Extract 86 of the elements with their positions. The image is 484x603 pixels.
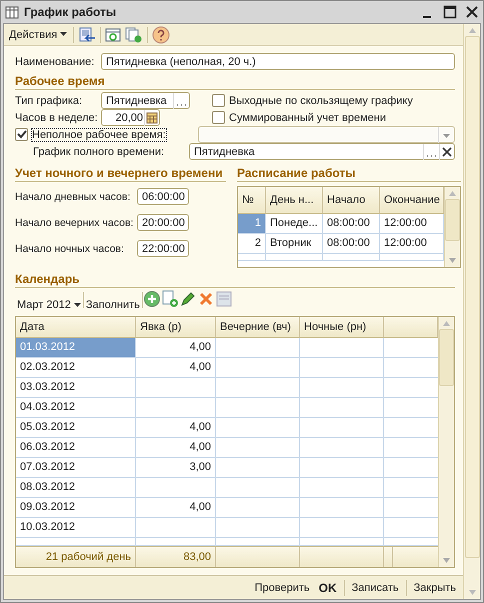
- section-heading: Расписание работы: [237, 162, 461, 182]
- table-cell: 2: [238, 234, 266, 253]
- table-cell: 08:00:00: [323, 234, 380, 253]
- field-label: График полного времени:: [32, 146, 166, 158]
- scrollbar[interactable]: [438, 317, 454, 567]
- field-label: Часов в неделе:: [15, 112, 99, 124]
- scroll-thumb[interactable]: [439, 329, 454, 386]
- column-header[interactable]: Дата: [16, 317, 136, 337]
- table-cell: 04.03.2012: [16, 398, 136, 417]
- window-refresh-icon[interactable]: [105, 26, 122, 42]
- scroll-thumb[interactable]: [464, 36, 480, 558]
- clear-icon[interactable]: [439, 144, 454, 160]
- field-label: Начало дневных часов:: [15, 190, 132, 202]
- dropdown-field[interactable]: [198, 126, 455, 143]
- fill-button[interactable]: Заполнить: [84, 298, 142, 312]
- table-cell: 3,00: [136, 458, 216, 477]
- help-icon[interactable]: [152, 26, 170, 44]
- field-label: Наименование:: [15, 56, 96, 68]
- table-cell: 1: [238, 214, 266, 233]
- section-heading: Учет ночного и вечернего времени: [15, 162, 226, 182]
- table-cell: 4,00: [136, 338, 216, 357]
- table-cell: 05.03.2012: [16, 418, 136, 437]
- table-cell: 4,00: [136, 498, 216, 517]
- footer-button[interactable]: Закрыть: [412, 580, 458, 594]
- checkbox[interactable]: [212, 111, 225, 124]
- section-heading: Рабочее время: [15, 70, 455, 90]
- table-cell: 4,00: [136, 418, 216, 437]
- table-cell: 09.03.2012: [16, 498, 136, 517]
- checkbox[interactable]: [15, 128, 28, 141]
- table-cell: 06.03.2012: [16, 438, 136, 457]
- table-icon: [5, 5, 19, 19]
- column-header[interactable]: Начало: [323, 187, 380, 213]
- scrollbar[interactable]: [444, 187, 460, 267]
- field-label: Начало ночных часов:: [15, 242, 125, 254]
- section-heading: Календарь: [15, 268, 455, 288]
- table-cell: 08:00:00: [323, 214, 380, 233]
- maximize-icon[interactable]: [443, 5, 457, 19]
- scrollbar[interactable]: [463, 24, 480, 599]
- column-header[interactable]: №: [238, 187, 266, 213]
- table-cell: Вторник: [266, 234, 323, 253]
- total-cell: 21 рабочий день: [16, 547, 136, 567]
- total-cell: 83,00: [136, 547, 216, 567]
- checkbox-label: Суммированный учет времени: [229, 112, 386, 124]
- footer-button[interactable]: Записать: [350, 580, 401, 594]
- actions-menu[interactable]: Действия: [7, 28, 70, 42]
- copy-add-icon[interactable]: [160, 290, 179, 308]
- name-field[interactable]: Пятидневка (неполная, 20 ч.): [101, 53, 455, 70]
- table-cell: 08.03.2012: [16, 478, 136, 497]
- ellipsis-icon[interactable]: [173, 92, 189, 108]
- copy-add-icon[interactable]: [125, 26, 144, 42]
- calculator-icon[interactable]: [144, 110, 159, 126]
- checkbox-label: Неполное рабочее время:: [32, 128, 166, 140]
- schedule-type-field[interactable]: Пятидневка: [101, 92, 190, 109]
- table-cell: 02.03.2012: [16, 358, 136, 377]
- column-header[interactable]: Вечерние (вч): [216, 317, 300, 337]
- table-cell: 01.03.2012: [16, 338, 136, 357]
- full-time-schedule-field[interactable]: Пятидневка: [189, 143, 455, 160]
- table-cell: 4,00: [136, 358, 216, 377]
- column-header[interactable]: Ночные (рн): [300, 317, 384, 337]
- document-arrow-icon[interactable]: [78, 26, 96, 42]
- field-label: Начало вечерних часов:: [15, 216, 134, 228]
- window-title: График работы: [24, 5, 116, 19]
- pencil-icon[interactable]: [178, 290, 197, 308]
- scroll-thumb[interactable]: [445, 199, 460, 241]
- ok-button[interactable]: OK: [316, 580, 339, 596]
- column-header[interactable]: Явка (р): [136, 317, 216, 337]
- footer-button[interactable]: Проверить: [252, 580, 312, 594]
- caret-icon: [74, 302, 81, 308]
- caret-icon: [60, 32, 68, 38]
- column-header[interactable]: День н...: [266, 187, 323, 213]
- checkbox-label: Выходные по скользящему графику: [229, 94, 413, 106]
- add-icon[interactable]: [142, 290, 161, 308]
- table-cell: Понеде...: [266, 214, 323, 233]
- month-menu[interactable]: Март 2012: [15, 298, 83, 312]
- hours-field[interactable]: 20,00: [101, 109, 160, 126]
- table-cell: 07.03.2012: [16, 458, 136, 477]
- table-cell: 10.03.2012: [16, 518, 136, 537]
- time-field[interactable]: 22:00:00: [137, 240, 189, 257]
- field-label: Тип графика:: [15, 94, 84, 106]
- table-cell: 03.03.2012: [16, 378, 136, 397]
- disabled-document-icon: [214, 290, 233, 308]
- time-field[interactable]: 20:00:00: [137, 214, 189, 231]
- checkbox[interactable]: [212, 94, 225, 107]
- time-field[interactable]: 06:00:00: [137, 188, 189, 205]
- close-icon[interactable]: [465, 5, 479, 19]
- table-cell: 4,00: [136, 438, 216, 457]
